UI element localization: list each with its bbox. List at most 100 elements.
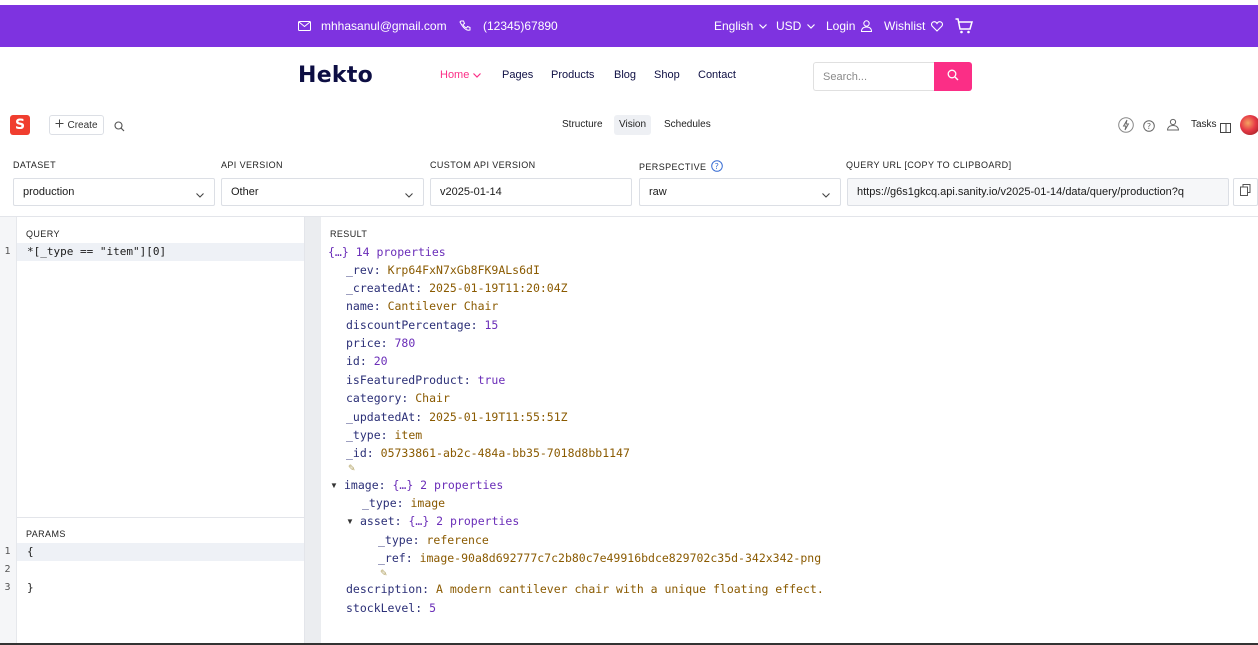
result-key: category <box>346 391 402 405</box>
nav-home[interactable]: Home <box>440 69 482 81</box>
result-label: RESULT <box>330 229 368 239</box>
result-key: _ref <box>378 551 406 565</box>
result-value: 15 <box>484 318 499 332</box>
result-value: Cantilever Chair <box>387 299 499 313</box>
nav-home-label: Home <box>440 69 470 81</box>
avatar[interactable] <box>1240 115 1258 135</box>
result-row: discountPercentage: 15 <box>346 318 499 332</box>
site-search-input[interactable]: Search... <box>813 62 934 91</box>
api-version-select[interactable]: Other <box>221 178 424 206</box>
result-root-summary[interactable]: {…} 14 properties <box>328 243 446 261</box>
perspective-value: raw <box>649 186 667 198</box>
pane-splitter[interactable] <box>305 217 321 645</box>
dataset-label: DATASET <box>13 160 56 170</box>
params-editor-line[interactable] <box>17 561 304 579</box>
perspective-label: PERSPECTIVE <box>639 162 707 172</box>
top-info-bar: mhhasanul@gmail.com (12345)67890 English… <box>0 5 1258 47</box>
dataset-select[interactable]: production <box>13 178 215 206</box>
tab-schedules[interactable]: Schedules <box>659 115 716 135</box>
params-editor-line[interactable]: { <box>17 543 304 561</box>
currency-select[interactable]: USD <box>776 5 816 47</box>
perspective-select[interactable]: raw <box>639 178 841 206</box>
result-row: _updatedAt: 2025-01-19T11:55:51Z <box>346 410 568 424</box>
users-icon[interactable] <box>1166 118 1180 136</box>
nav-products[interactable]: Products <box>551 69 594 81</box>
search-icon <box>947 68 959 86</box>
result-row: stockLevel: 5 <box>346 601 437 615</box>
help-icon[interactable]: ? <box>1143 119 1155 137</box>
nav-pages[interactable]: Pages <box>502 69 533 81</box>
params-editor-line[interactable]: } <box>17 579 304 597</box>
cart-icon <box>955 18 973 34</box>
tab-vision[interactable]: Vision <box>614 115 652 135</box>
nav-shop[interactable]: Shop <box>654 69 680 81</box>
result-key: isFeaturedProduct <box>346 373 464 387</box>
line-number: 1 <box>4 246 11 257</box>
collapse-triangle-icon[interactable]: ▼ <box>346 517 354 526</box>
site-logo[interactable]: Hekto <box>298 63 373 88</box>
custom-api-version-label: CUSTOM API VERSION <box>430 160 536 170</box>
sanity-logo-icon[interactable]: S <box>10 115 30 135</box>
result-asset-summary: {…} 2 properties <box>408 514 520 528</box>
chevron-down-icon <box>473 69 482 81</box>
language-label: English <box>714 19 754 33</box>
result-value: item <box>394 428 423 442</box>
create-label: Create <box>67 119 98 131</box>
result-row: description: A modern cantilever chair w… <box>346 582 824 596</box>
result-key: description <box>346 582 423 596</box>
currency-label: USD <box>776 19 802 33</box>
result-value: true <box>477 373 506 387</box>
studio-search-button[interactable] <box>114 119 125 137</box>
chevron-down-icon <box>807 23 816 29</box>
panel-icon[interactable] <box>1220 120 1231 138</box>
language-select[interactable]: English <box>714 5 768 47</box>
result-row: isFeaturedProduct: true <box>346 373 506 387</box>
phone-contact[interactable]: (12345)67890 <box>459 5 558 47</box>
result-row: price: 780 <box>346 336 416 350</box>
search-icon <box>114 119 125 136</box>
nav-contact[interactable]: Contact <box>698 69 736 81</box>
result-row: _createdAt: 2025-01-19T11:20:04Z <box>346 281 568 295</box>
svg-text:?: ? <box>1147 122 1151 131</box>
result-row: _ref: image-90a8d692777c7c2b80c7e49916bd… <box>378 551 822 565</box>
result-value: 20 <box>373 354 388 368</box>
site-header: Hekto Home Pages Products Blog Shop Cont… <box>0 47 1258 105</box>
query-editor[interactable]: *[_type == "item"][0] <box>17 243 304 261</box>
site-search-button[interactable] <box>934 62 972 91</box>
chevron-down-icon <box>196 189 204 201</box>
help-icon[interactable]: ? <box>711 160 724 174</box>
copy-url-button[interactable] <box>1233 178 1258 206</box>
divider <box>17 517 304 518</box>
result-key: _type <box>378 533 413 547</box>
result-value: Krp64FxN7xGb8FK9ALs6dI <box>387 263 540 277</box>
edit-pencil-icon[interactable]: ✎ <box>348 463 356 474</box>
collapse-triangle-icon[interactable]: ▼ <box>330 481 338 490</box>
query-url-field[interactable]: https://g6s1gkcq.api.sanity.io/v2025-01-… <box>847 178 1229 206</box>
result-asset-row[interactable]: asset: {…} 2 properties <box>360 512 519 530</box>
cart-button[interactable] <box>955 5 973 47</box>
tab-structure[interactable]: Structure <box>557 115 608 135</box>
result-value: image <box>410 496 446 510</box>
edit-pencil-icon[interactable]: ✎ <box>380 568 388 579</box>
email-contact[interactable]: mhhasanul@gmail.com <box>298 5 447 47</box>
params-label: PARAMS <box>26 529 66 539</box>
wishlist-link[interactable]: Wishlist <box>884 5 944 47</box>
api-version-value: Other <box>231 186 259 198</box>
lightning-icon[interactable] <box>1118 117 1134 138</box>
login-label: Login <box>826 19 856 33</box>
result-row: _type: reference <box>378 533 489 547</box>
result-key: _type <box>362 496 397 510</box>
result-key: stockLevel <box>346 601 416 615</box>
tasks-button[interactable]: Tasks <box>1191 115 1217 135</box>
result-value: A modern cantilever chair with a unique … <box>436 582 824 596</box>
result-key: image <box>344 478 379 492</box>
mail-icon <box>298 21 311 31</box>
result-image-row[interactable]: image: {…} 2 properties <box>344 476 503 494</box>
login-link[interactable]: Login <box>826 5 873 47</box>
vision-settings: DATASET production API VERSION Other CUS… <box>0 145 1258 217</box>
chevron-down-icon <box>822 189 830 201</box>
custom-api-version-input[interactable]: v2025-01-14 <box>430 178 632 206</box>
query-pane: QUERY 1 *[_type == "item"][0] PARAMS 1 {… <box>0 217 305 645</box>
create-button[interactable]: Create <box>49 115 104 135</box>
nav-blog[interactable]: Blog <box>614 69 636 81</box>
